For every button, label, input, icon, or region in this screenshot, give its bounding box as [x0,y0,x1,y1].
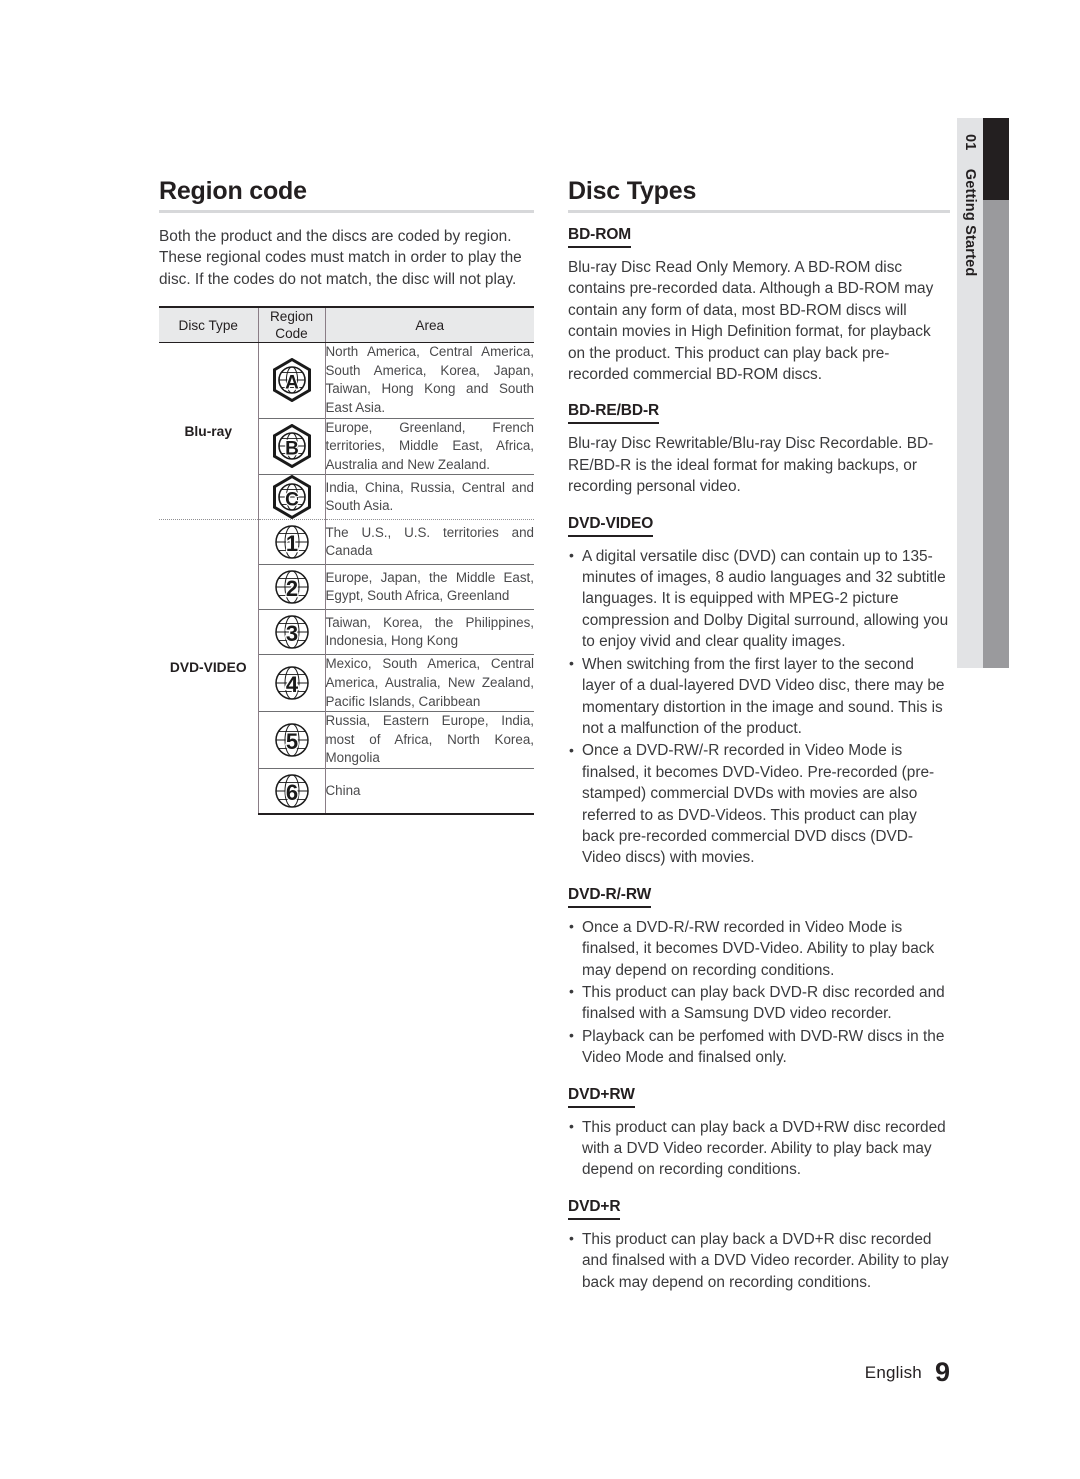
dvd-region-6-icon: 6 [274,774,309,808]
subsection-heading-dvd-r-rw: DVD-R/-RW [568,886,651,908]
right-column: Disc Types BD-ROM Blu-ray Disc Read Only… [568,176,950,1294]
table-header-area: Area [324,306,534,344]
list-item: Playback can be perfomed with DVD-RW dis… [568,1025,950,1069]
region-area-text: Europe, Japan, the Middle East, Egypt, S… [325,564,534,610]
region-code-cell: 1 [257,519,326,565]
svg-text:3: 3 [285,621,297,646]
region-code-cell: 5 [257,711,326,769]
section-title-rule [568,210,950,213]
dvd-region-2-icon: 2 [274,570,309,605]
region-area-text: Mexico, South America, Central America, … [325,654,534,712]
subsection-bullets-dvd-plus-rw: This product can play back a DVD+RW disc… [568,1116,950,1181]
chapter-number: 01 [962,134,978,151]
region-code-cell: 4 [257,654,326,712]
svg-text:A: A [285,373,299,394]
region-code-cell: A [257,342,326,419]
subsection-body-bd-re-bd-r: Blu-ray Disc Rewritable/Blu-ray Disc Rec… [568,435,934,496]
region-code-cell: 3 [257,609,326,655]
subsection-bd-rom-heading-wrap: BD-ROM [568,226,950,248]
dvd-region-5-icon: 5 [274,723,309,757]
region-area-text: Taiwan, Korea, the Philippines, Indonesi… [325,609,534,655]
dvd-region-4-icon: 4 [274,666,309,701]
bluray-region-a-icon: A [272,358,311,403]
list-item: This product can play back DVD-R disc re… [568,981,950,1025]
bluray-region-c-icon: C [272,475,311,520]
list-item: This product can play back a DVD+R disc … [568,1228,950,1293]
list-item: Once a DVD-R/-RW recorded in Video Mode … [568,916,950,981]
disc-type-dvd-video: DVD-VIDEO [159,519,258,814]
left-column: Region code Both the product and the dis… [159,176,534,815]
footer-page-number: 9 [934,1357,950,1387]
footer-language: English [864,1363,922,1382]
region-code-header-line2: Code [275,326,308,342]
svg-text:5: 5 [285,729,297,754]
subsection-heading-bd-re-bd-r: BD-RE/BD-R [568,402,659,425]
subsection-bullets-dvd-r-rw: Once a DVD-R/-RW recorded in Video Mode … [568,916,950,1069]
list-item: When switching from the first layer to t… [568,653,950,740]
svg-text:4: 4 [285,672,298,697]
section-title-rule [159,210,534,213]
table-header-region-code: Region Code [257,306,325,344]
region-code-intro-paragraph: Both the product and the discs are coded… [159,228,522,288]
subsection-heading-dvd-plus-rw: DVD+RW [568,1086,635,1108]
region-code-table-body: Blu-ray A North America, Central America… [159,342,535,815]
list-item: This product can play back a DVD+RW disc… [568,1116,950,1181]
subsection-dvd-r-rw-heading-wrap: DVD-R/-RW [568,886,950,908]
chapter-tab-bar [983,118,1009,668]
subsection-bullets-dvd-video: A digital versatile disc (DVD) can conta… [568,545,950,869]
region-code-cell: 6 [257,767,326,815]
svg-text:1: 1 [285,531,297,556]
region-area-text: North America, Central America, South Am… [325,344,535,415]
region-code-cell: 2 [257,564,326,610]
region-code-cell: B [257,417,326,475]
subsection-heading-dvd-plus-r: DVD+R [568,1198,621,1220]
svg-text:B: B [285,439,299,460]
chapter-tab-bar-highlight [983,118,1009,200]
chapter-tab: 01 Getting Started [957,118,983,458]
subsection-heading-bd-rom: BD-ROM [568,226,631,248]
svg-text:2: 2 [285,576,297,601]
subsection-bullets-dvd-plus-r: This product can play back a DVD+R disc … [568,1228,950,1293]
disc-types-section-title: Disc Types [568,177,697,205]
list-item: A digital versatile disc (DVD) can conta… [568,545,950,653]
subsection-bd-re-bd-r-heading-wrap: BD-RE/BD-R [568,402,950,425]
region-area-text: Russia, Eastern Europe, India, most of A… [325,711,534,769]
table-row: Blu-ray A North America, Central America… [159,342,535,439]
disc-type-bluray: Blu-ray [184,423,233,439]
page-footer: English 9 [0,1357,950,1388]
region-code-header-line1: Region [269,309,314,325]
table-row: DVD-VIDEO 1 The U.S., U.S. territories a… [159,519,534,814]
region-code-table: Disc Type Region Code Area Blu-ray A Nor… [159,306,534,815]
table-header-disc-type: Disc Type [159,306,258,344]
region-area-text: India, China, Russia, Central and South … [325,474,534,520]
chapter-title: Getting Started [962,168,978,277]
region-area-text: The U.S., U.S. territories and Canada [325,519,534,565]
subsection-dvd-plus-rw-heading-wrap: DVD+RW [568,1086,950,1108]
region-code-cell: C [257,474,326,520]
table-header-row: Disc Type Region Code Area [159,306,534,344]
subsection-heading-dvd-video: DVD-VIDEO [568,515,653,537]
bluray-region-b-icon: B [272,424,311,469]
subsection-body-bd-rom: Blu-ray Disc Read Only Memory. A BD-ROM … [568,259,934,384]
svg-text:C: C [285,490,299,511]
svg-text:6: 6 [285,780,297,805]
dvd-region-3-icon: 3 [274,615,309,650]
region-area-text: China [325,767,534,815]
region-code-section-title: Region code [159,177,307,205]
subsection-dvd-plus-r-heading-wrap: DVD+R [568,1198,950,1220]
dvd-region-1-icon: 1 [274,525,309,560]
region-area-text: Europe, Greenland, French territories, M… [325,417,534,475]
subsection-dvd-video-heading-wrap: DVD-VIDEO [568,515,950,537]
list-item: Once a DVD-RW/-R recorded in Video Mode … [568,740,950,868]
